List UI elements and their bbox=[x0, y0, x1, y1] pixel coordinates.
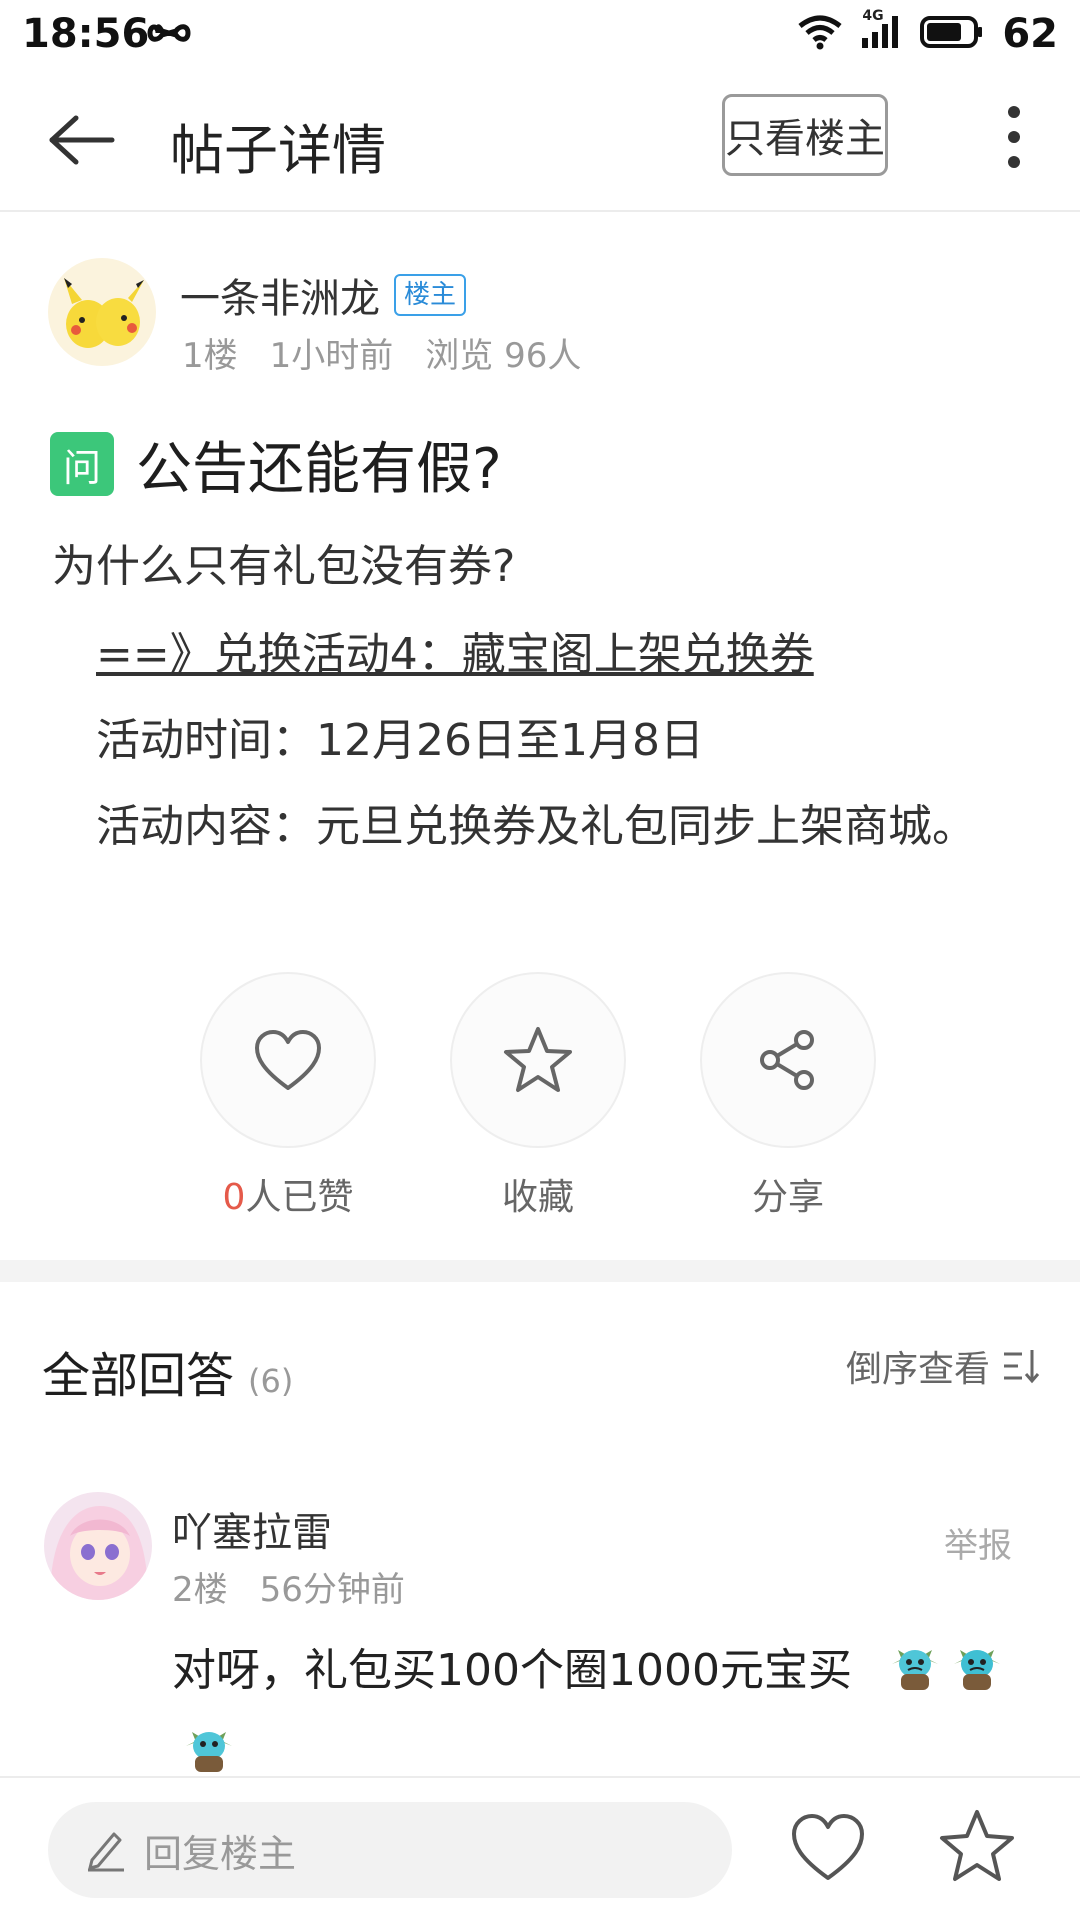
crying-goblin-emoji bbox=[888, 1642, 942, 1698]
status-time: 18:56 bbox=[22, 11, 150, 57]
bottom-collect-button[interactable] bbox=[938, 1808, 1016, 1888]
answer-time: 56分钟前 bbox=[259, 1570, 405, 1610]
status-icons: 4G 62 bbox=[798, 6, 1058, 62]
reply-placeholder: 回复楼主 bbox=[144, 1831, 297, 1876]
post-body-line: 为什么只有礼包没有券? bbox=[52, 541, 516, 592]
collect-button[interactable] bbox=[450, 972, 626, 1148]
crying-goblin-emoji bbox=[182, 1724, 236, 1780]
question-tag: 问 bbox=[50, 432, 114, 496]
report-button[interactable]: 举报 bbox=[944, 1518, 1012, 1567]
like-suffix: 人已赞 bbox=[245, 1177, 354, 1218]
answers-title: 全部回答 bbox=[42, 1348, 235, 1404]
sort-toggle[interactable]: 倒序查看 bbox=[846, 1340, 1042, 1392]
like-button[interactable] bbox=[200, 972, 376, 1148]
sort-icon bbox=[1004, 1350, 1040, 1384]
answer-floor: 2楼 bbox=[172, 1570, 228, 1610]
answers-count: (6) bbox=[248, 1362, 294, 1400]
share-label: 分享 bbox=[751, 1177, 824, 1218]
share-button[interactable] bbox=[700, 972, 876, 1148]
reply-input[interactable]: 回复楼主 bbox=[48, 1802, 732, 1898]
section-divider bbox=[0, 1260, 1080, 1282]
author-avatar[interactable] bbox=[48, 258, 156, 366]
page-title: 帖子详情 bbox=[170, 119, 386, 182]
battery-icon bbox=[920, 15, 984, 53]
star-icon bbox=[940, 1810, 1014, 1881]
battery-level: 62 bbox=[1002, 11, 1058, 57]
signal-icon: 4G bbox=[860, 8, 902, 54]
share-icon bbox=[760, 1030, 814, 1090]
heart-icon bbox=[255, 1030, 321, 1090]
bottom-bar: 回复楼主 bbox=[0, 1776, 1080, 1922]
collect-label: 收藏 bbox=[501, 1177, 574, 1218]
crying-goblin-emoji bbox=[950, 1642, 1004, 1698]
answers-header: 全部回答 (6) bbox=[42, 1336, 293, 1406]
op-only-button[interactable]: 只看楼主 bbox=[722, 94, 888, 176]
answer-text: 对呀，礼包买100个圈1000元宝买 bbox=[172, 1645, 852, 1696]
activity-time: 活动时间：12月26日至1月8日 bbox=[96, 715, 704, 766]
star-icon bbox=[504, 1027, 572, 1092]
op-badge: 楼主 bbox=[394, 274, 467, 316]
like-label: 0人已赞 bbox=[178, 1168, 398, 1220]
back-arrow-icon[interactable] bbox=[46, 112, 116, 172]
more-vertical-icon[interactable] bbox=[1000, 104, 1028, 174]
post-floor: 1楼 bbox=[182, 336, 238, 376]
wifi-icon bbox=[798, 14, 842, 54]
header: 帖子详情 只看楼主 bbox=[0, 70, 1080, 212]
bottom-like-button[interactable] bbox=[790, 1812, 866, 1886]
answer-author[interactable]: 吖塞拉雷 bbox=[172, 1500, 332, 1558]
sort-label: 倒序查看 bbox=[845, 1349, 990, 1390]
infinity-icon bbox=[146, 18, 192, 52]
heart-icon bbox=[792, 1814, 864, 1880]
answer-avatar[interactable] bbox=[44, 1492, 152, 1600]
author-name[interactable]: 一条非洲龙 bbox=[180, 266, 380, 324]
activity-link[interactable]: ==》兑换活动4：藏宝阁上架兑换券 bbox=[96, 618, 814, 682]
like-count: 0 bbox=[222, 1177, 246, 1218]
post-title: 公告还能有假? bbox=[136, 437, 502, 502]
post-time: 1小时前 bbox=[269, 336, 394, 376]
post-views: 浏览 96人 bbox=[425, 336, 582, 376]
pencil-icon bbox=[88, 1832, 124, 1872]
network-type: 4G bbox=[862, 8, 884, 24]
activity-content: 活动内容：元旦兑换券及礼包同步上架商城。 bbox=[96, 801, 976, 852]
